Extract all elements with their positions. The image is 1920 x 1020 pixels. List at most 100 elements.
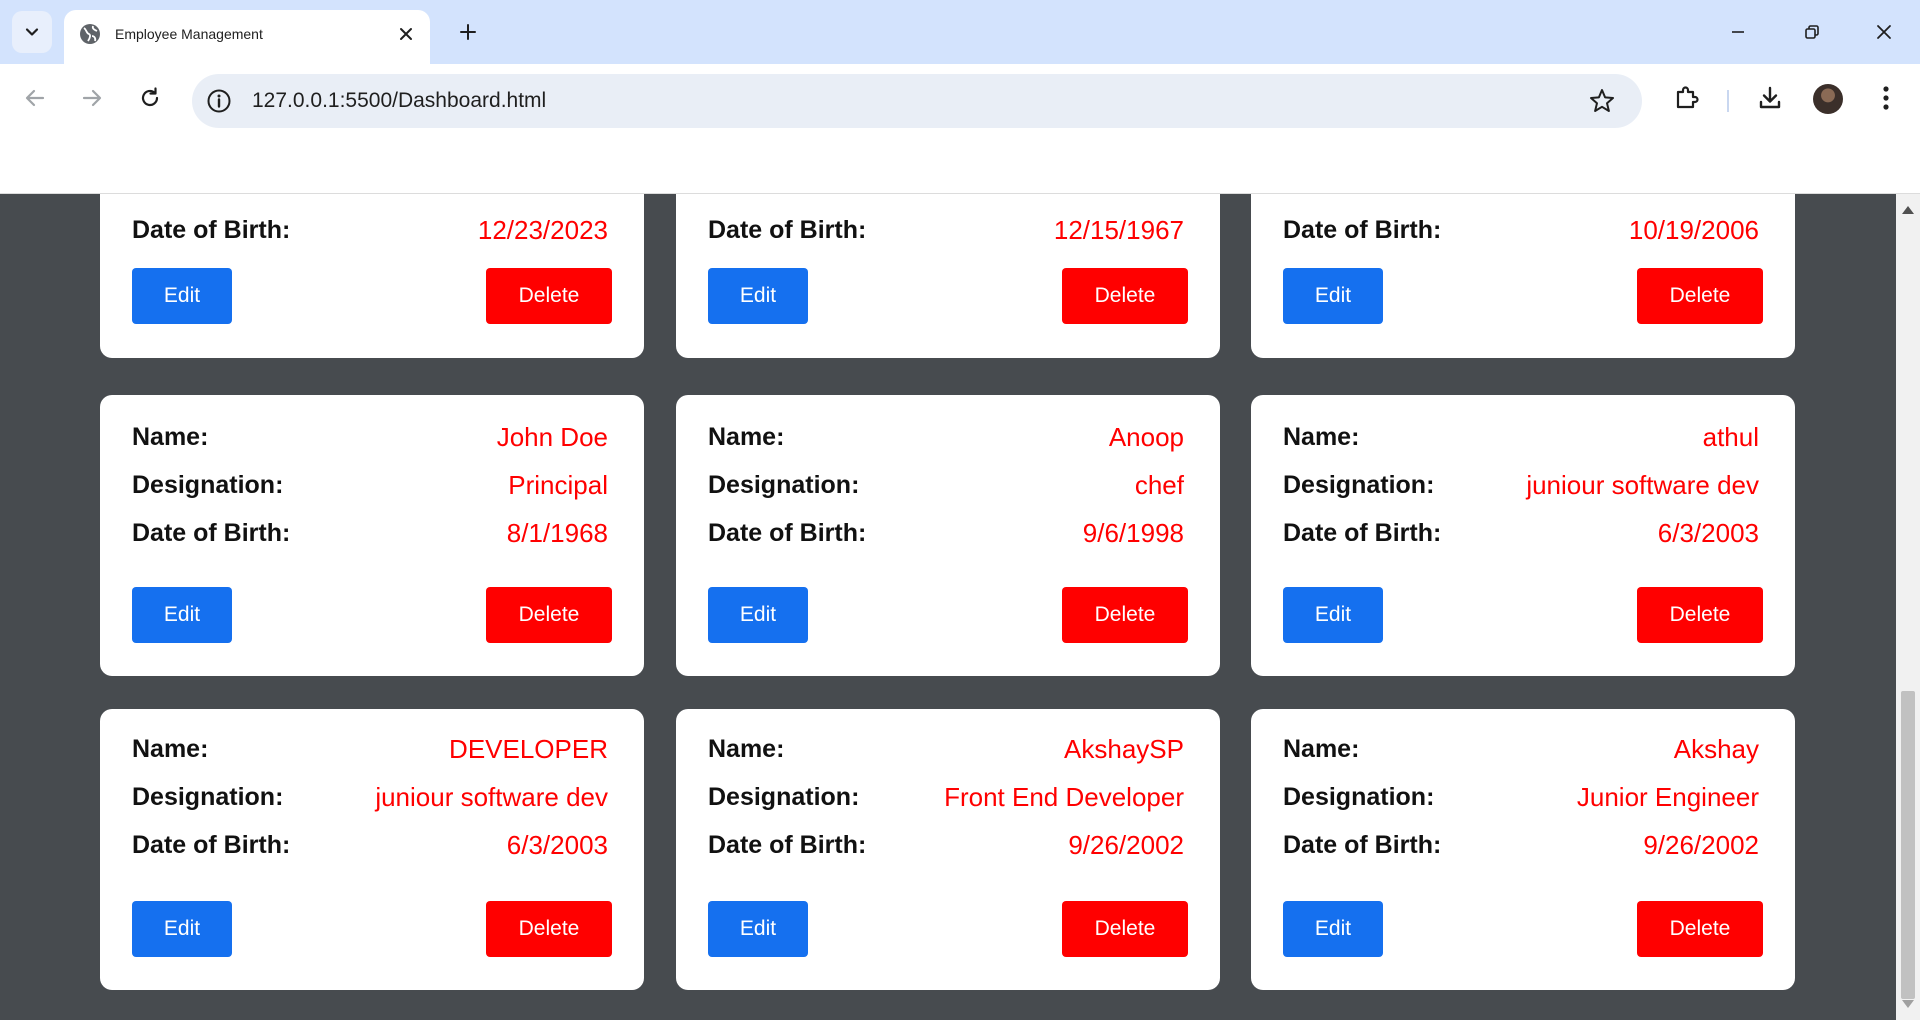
delete-button[interactable]: Delete xyxy=(1637,901,1763,957)
employee-card: Name: John Doe Designation: Principal Da… xyxy=(100,395,644,676)
delete-button[interactable]: Delete xyxy=(1062,901,1188,957)
star-icon[interactable] xyxy=(1588,87,1616,115)
designation-row: Designation: chef xyxy=(708,467,1184,503)
dob-value: 9/6/1998 xyxy=(1082,517,1184,548)
designation-label: Designation: xyxy=(132,782,284,811)
reload-icon xyxy=(141,87,159,107)
arrow-left-icon xyxy=(25,89,45,107)
name-row: Name: John Doe xyxy=(132,419,608,455)
edit-button[interactable]: Edit xyxy=(708,268,808,324)
scroll-down-arrow[interactable] xyxy=(1902,1000,1914,1008)
profile-avatar[interactable] xyxy=(1813,84,1843,114)
name-value: Akshay xyxy=(1673,733,1759,764)
edit-button[interactable]: Edit xyxy=(132,268,232,324)
edit-button[interactable]: Edit xyxy=(1283,901,1383,957)
delete-button[interactable]: Delete xyxy=(1637,587,1763,643)
name-value: AkshaySP xyxy=(1064,733,1184,764)
restore-button[interactable] xyxy=(1792,12,1832,52)
dashboard-viewport: Date of Birth: 12/23/2023 Edit Delete Da… xyxy=(0,194,1896,1020)
designation-value: juniour software dev xyxy=(375,781,608,812)
employee-card: Date of Birth: 12/23/2023 Edit Delete xyxy=(100,194,644,358)
edit-button[interactable]: Edit xyxy=(708,587,808,643)
edit-button[interactable]: Edit xyxy=(708,901,808,957)
name-label: Name: xyxy=(132,734,209,763)
edit-button[interactable]: Edit xyxy=(1283,587,1383,643)
plus-icon xyxy=(460,24,476,40)
extensions-button[interactable] xyxy=(1667,78,1707,118)
active-tab[interactable]: Employee Management xyxy=(64,10,430,64)
downloads-button[interactable] xyxy=(1750,78,1790,118)
scroll-up-arrow[interactable] xyxy=(1902,206,1914,214)
name-label: Name: xyxy=(708,422,785,451)
designation-label: Designation: xyxy=(1283,782,1435,811)
employee-card: Name: Akshay Designation: Junior Enginee… xyxy=(1251,709,1795,990)
dob-value: 10/19/2006 xyxy=(1628,214,1759,245)
employee-card: Name: AkshaySP Designation: Front End De… xyxy=(676,709,1220,990)
tab-search-button[interactable] xyxy=(12,11,52,53)
designation-value: Junior Engineer xyxy=(1576,781,1759,812)
edit-button[interactable]: Edit xyxy=(132,587,232,643)
dob-value: 9/26/2002 xyxy=(1643,829,1759,860)
dob-value: 6/3/2003 xyxy=(1657,517,1759,548)
close-icon xyxy=(1877,25,1891,39)
employee-card: Name: Anoop Designation: chef Date of Bi… xyxy=(676,395,1220,676)
tab-strip: Employee Management xyxy=(0,0,1920,64)
back-button[interactable] xyxy=(15,78,55,118)
scroll-thumb[interactable] xyxy=(1901,691,1915,999)
name-row: Name: AkshaySP xyxy=(708,731,1184,767)
chevron-down-icon xyxy=(25,28,39,36)
address-bar[interactable]: 127.0.0.1:5500/Dashboard.html xyxy=(192,74,1642,128)
delete-button[interactable]: Delete xyxy=(486,901,612,957)
designation-value: juniour software dev xyxy=(1526,469,1759,500)
designation-row: Designation: juniour software dev xyxy=(1283,467,1759,503)
designation-row: Designation: juniour software dev xyxy=(132,779,608,815)
dob-label: Date of Birth: xyxy=(708,215,867,244)
page-scrollbar[interactable] xyxy=(1896,194,1920,1020)
browser-menu-button[interactable] xyxy=(1866,78,1906,118)
name-label: Name: xyxy=(1283,734,1360,763)
close-window-button[interactable] xyxy=(1864,12,1904,52)
dob-row: Date of Birth: 10/19/2006 xyxy=(1283,212,1759,248)
forward-button[interactable] xyxy=(72,78,112,118)
minimize-icon xyxy=(1732,31,1744,33)
designation-label: Designation: xyxy=(132,470,284,499)
dob-label: Date of Birth: xyxy=(1283,830,1442,859)
name-label: Name: xyxy=(708,734,785,763)
reload-button[interactable] xyxy=(130,78,170,118)
name-row: Name: Anoop xyxy=(708,419,1184,455)
edit-button[interactable]: Edit xyxy=(1283,268,1383,324)
employee-card: Date of Birth: 12/15/1967 Edit Delete xyxy=(676,194,1220,358)
toolbar-divider xyxy=(1727,90,1729,112)
designation-row: Designation: Junior Engineer xyxy=(1283,779,1759,815)
delete-button[interactable]: Delete xyxy=(1062,587,1188,643)
tab-close-button[interactable] xyxy=(394,22,418,46)
dob-label: Date of Birth: xyxy=(132,830,291,859)
designation-row: Designation: Front End Developer xyxy=(708,779,1184,815)
employee-card: Date of Birth: 10/19/2006 Edit Delete xyxy=(1251,194,1795,358)
new-tab-button[interactable] xyxy=(452,16,484,48)
name-value: athul xyxy=(1702,421,1759,452)
designation-label: Designation: xyxy=(1283,470,1435,499)
edit-button[interactable]: Edit xyxy=(132,901,232,957)
minimize-button[interactable] xyxy=(1718,12,1758,52)
delete-button[interactable]: Delete xyxy=(486,587,612,643)
designation-row: Designation: Principal xyxy=(132,467,608,503)
info-icon[interactable] xyxy=(206,88,232,114)
dob-label: Date of Birth: xyxy=(708,830,867,859)
designation-value: chef xyxy=(1134,469,1184,500)
dob-row: Date of Birth: 6/3/2003 xyxy=(1283,515,1759,551)
dob-row: Date of Birth: 9/26/2002 xyxy=(708,827,1184,863)
dob-value: 6/3/2003 xyxy=(506,829,608,860)
dob-row: Date of Birth: 9/26/2002 xyxy=(1283,827,1759,863)
name-row: Name: DEVELOPER xyxy=(132,731,608,767)
delete-button[interactable]: Delete xyxy=(1062,268,1188,324)
puzzle-icon xyxy=(1676,86,1699,109)
dob-value: 9/26/2002 xyxy=(1068,829,1184,860)
url-text[interactable]: 127.0.0.1:5500/Dashboard.html xyxy=(252,89,546,113)
name-label: Name: xyxy=(132,422,209,451)
name-row: Name: Akshay xyxy=(1283,731,1759,767)
dob-label: Date of Birth: xyxy=(708,518,867,547)
delete-button[interactable]: Delete xyxy=(486,268,612,324)
more-vertical-icon xyxy=(1883,86,1889,110)
delete-button[interactable]: Delete xyxy=(1637,268,1763,324)
